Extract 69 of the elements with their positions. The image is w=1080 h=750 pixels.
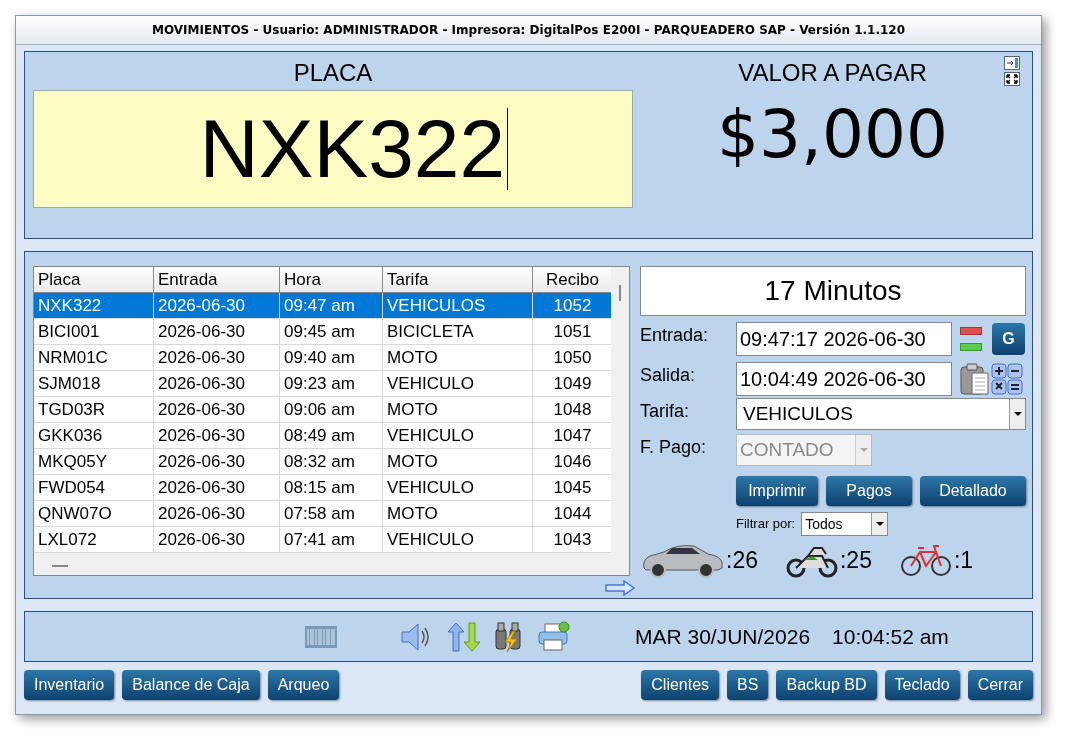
- table-row[interactable]: SJM018 2026-06-30 09:23 am VEHICULO 1049: [34, 371, 613, 397]
- input-field[interactable]: 09:47:17 2026-06-30: [736, 322, 952, 356]
- table-cell: LXL072: [34, 527, 154, 553]
- filter-dropdown[interactable]: Todos: [801, 512, 889, 536]
- window-title: MOVIMIENTOS - Usuario: ADMINISTRADOR - Impresora: DigitalPos E200I - PARQUEADERO SAP - Versión 1.1.120: [152, 22, 905, 39]
- table-cell: 2026-06-30: [154, 527, 280, 553]
- input-field[interactable]: 10:04:49 2026-06-30: [736, 362, 952, 396]
- count-label: :26: [726, 545, 758, 575]
- count-label: :1: [953, 545, 974, 575]
- action-button[interactable]: Imprimir: [736, 476, 819, 506]
- bicycle-icon: [899, 542, 952, 578]
- caret-icon: [1009, 399, 1025, 429]
- field-label: Salida:: [640, 364, 697, 387]
- caret-icon: [855, 435, 871, 465]
- fullscreen-icon[interactable]: [1004, 72, 1020, 86]
- toolbar-button[interactable]: Cerrar: [967, 670, 1033, 700]
- field-label: F. Pago:: [640, 436, 708, 459]
- table-row[interactable]: BICI001 2026-06-30 09:45 am BICICLETA 1051: [34, 319, 613, 345]
- plate-label: PLACA: [293, 58, 373, 88]
- table-cell: VEHICULO: [383, 527, 533, 553]
- panel-toggle-icon[interactable]: [1004, 56, 1020, 70]
- column-header[interactable]: Placa: [34, 267, 154, 293]
- amount-label: VALOR A PAGAR: [738, 58, 927, 88]
- table-row[interactable]: LXL072 2026-06-30 07:41 am VEHICULO 1043: [34, 527, 613, 553]
- table-cell: 07:41 am: [280, 527, 383, 553]
- scrollbar-thumb[interactable]: [52, 565, 68, 567]
- table-row[interactable]: TGD03R 2026-06-30 09:06 am MOTO 1048: [34, 397, 613, 423]
- toolbar-button[interactable]: Clientes: [641, 670, 720, 700]
- column-header[interactable]: Recibo: [533, 267, 613, 293]
- dropdown[interactable]: VEHICULOS: [736, 398, 1026, 430]
- arrow-right-icon[interactable]: [605, 580, 635, 596]
- printer-icon[interactable]: [537, 620, 571, 653]
- toolbar-button[interactable]: BS: [727, 670, 769, 700]
- clipboard-icon[interactable]: [960, 363, 990, 395]
- table-row[interactable]: NXK322 2026-06-30 09:47 am VEHICULOS 1052: [34, 293, 613, 319]
- table-row[interactable]: NRM01C 2026-06-30 09:40 am MOTO 1050: [34, 345, 613, 371]
- count-label: :25: [840, 545, 872, 575]
- filter-label: Filtrar por:: [736, 515, 796, 534]
- toolbar-button[interactable]: Arqueo: [267, 670, 340, 700]
- scrollbar-thumb[interactable]: [619, 285, 621, 301]
- table-row[interactable]: MKQ05Y 2026-06-30 08:32 am MOTO 1046: [34, 449, 613, 475]
- car-icon: [640, 542, 724, 578]
- calculator-icon[interactable]: [991, 363, 1023, 395]
- dropdown: CONTADO: [736, 434, 872, 466]
- toolbar-button[interactable]: Teclado: [884, 670, 960, 700]
- toolbar-button[interactable]: Backup BD: [776, 670, 877, 700]
- table-row[interactable]: QNW07O 2026-06-30 07:58 am MOTO 1044: [34, 501, 613, 527]
- plate-field[interactable]: NXK322: [33, 90, 633, 208]
- table-row[interactable]: GKK036 2026-06-30 08:49 am VEHICULO 1047: [34, 423, 613, 449]
- column-header[interactable]: Hora: [280, 267, 383, 293]
- field-label: Entrada:: [640, 324, 710, 347]
- barcode-icon[interactable]: [305, 625, 337, 648]
- action-button[interactable]: Pagos: [826, 476, 912, 506]
- g-button[interactable]: G: [992, 323, 1025, 355]
- action-button[interactable]: Detallado: [919, 476, 1026, 506]
- field-label: Tarifa:: [640, 400, 691, 423]
- sync-arrows-icon[interactable]: [447, 620, 481, 653]
- status-time: 10:04:52 am: [832, 623, 949, 650]
- amount-value: $3,000: [717, 102, 948, 168]
- status-date: MAR 30/JUN/2026: [635, 623, 811, 650]
- column-header[interactable]: Tarifa: [383, 267, 533, 293]
- caret-icon: [871, 513, 888, 535]
- toolbar-button[interactable]: Balance de Caja: [122, 670, 260, 700]
- table-row[interactable]: FWD054 2026-06-30 08:15 am VEHICULO 1045: [34, 475, 613, 501]
- speaker-icon[interactable]: [399, 620, 431, 653]
- duration-display: 17 Minutos: [640, 266, 1026, 316]
- increment-bar-icon[interactable]: [960, 343, 982, 351]
- column-header[interactable]: Entrada: [154, 267, 280, 293]
- toolbar-button[interactable]: Inventario: [24, 670, 115, 700]
